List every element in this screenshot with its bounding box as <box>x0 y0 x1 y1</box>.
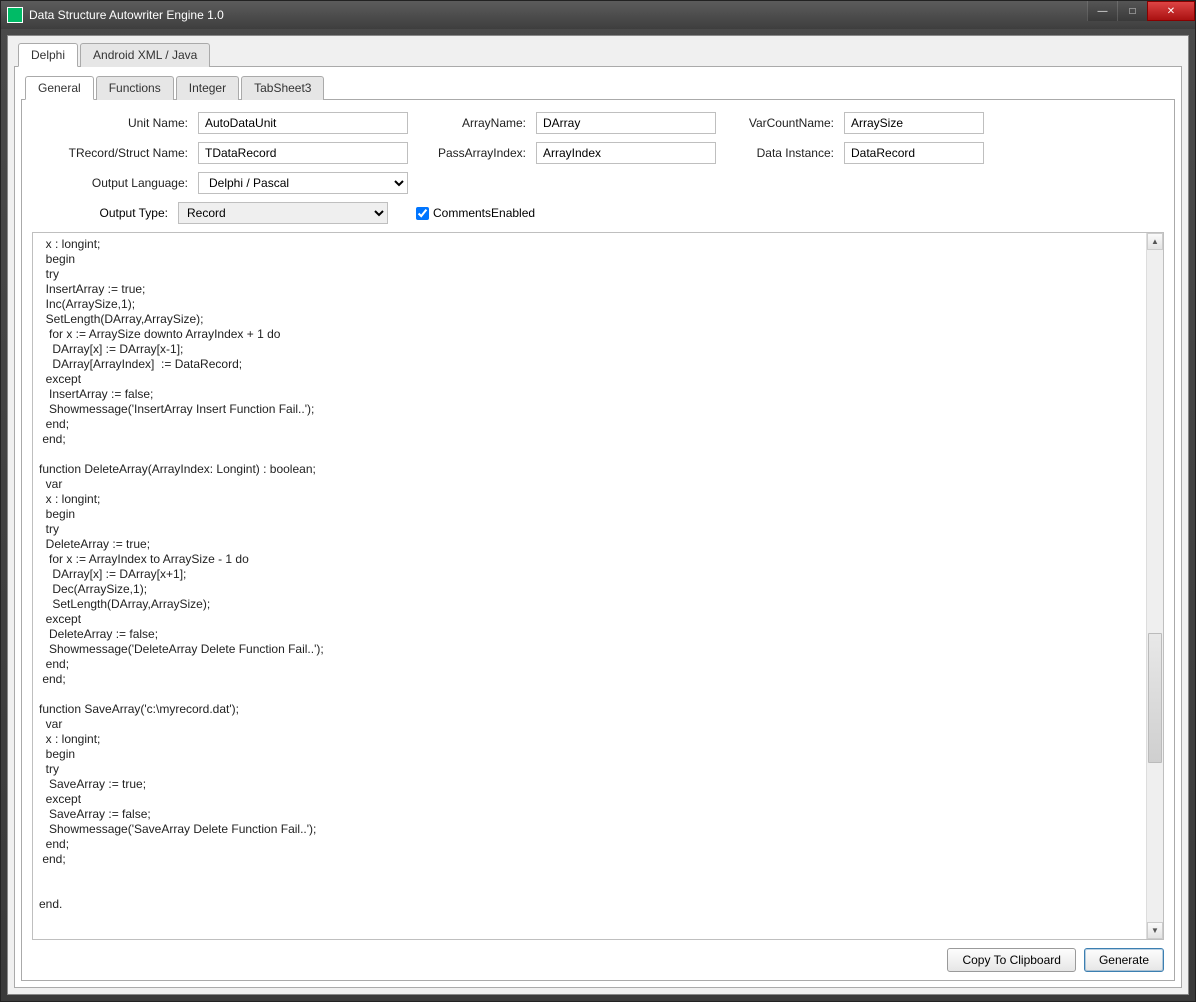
label-unit-name: Unit Name: <box>34 116 194 130</box>
code-output-text[interactable]: x : longint; begin try InsertArray := tr… <box>33 233 1163 939</box>
minimize-button[interactable]: — <box>1087 1 1117 21</box>
array-name-input[interactable] <box>536 112 716 134</box>
titlebar[interactable]: Data Structure Autowriter Engine 1.0 — □… <box>1 1 1195 29</box>
label-array-name: ArrayName: <box>412 116 532 130</box>
outer-tabstrip: Delphi Android XML / Java <box>14 42 1182 67</box>
scroll-down-icon[interactable]: ▼ <box>1147 922 1163 939</box>
general-panel: Unit Name: ArrayName: VarCountName: TRec… <box>21 100 1175 981</box>
scroll-up-icon[interactable]: ▲ <box>1147 233 1163 250</box>
vertical-scrollbar[interactable]: ▲ ▼ <box>1146 233 1163 939</box>
copy-clipboard-button[interactable]: Copy To Clipboard <box>947 948 1076 972</box>
generate-button[interactable]: Generate <box>1084 948 1164 972</box>
label-output-type: Output Type: <box>34 206 174 220</box>
tab-tabsheet3[interactable]: TabSheet3 <box>241 76 324 100</box>
output-type-row: Output Type: Record CommentsEnabled <box>28 202 1168 232</box>
comments-enabled-checkbox[interactable] <box>416 207 429 220</box>
outer-tab-content: General Functions Integer TabSheet3 Unit… <box>14 67 1182 988</box>
scroll-thumb[interactable] <box>1148 633 1162 763</box>
varcount-input[interactable] <box>844 112 984 134</box>
label-passarray: PassArrayIndex: <box>412 146 532 160</box>
maximize-button[interactable]: □ <box>1117 1 1147 21</box>
tab-functions[interactable]: Functions <box>96 76 174 100</box>
footer-buttons: Copy To Clipboard Generate <box>28 940 1168 974</box>
passarray-input[interactable] <box>536 142 716 164</box>
main-window: Data Structure Autowriter Engine 1.0 — □… <box>0 0 1196 1002</box>
window-title: Data Structure Autowriter Engine 1.0 <box>29 8 224 22</box>
close-button[interactable]: ✕ <box>1147 1 1195 21</box>
tab-delphi[interactable]: Delphi <box>18 43 78 67</box>
tab-android[interactable]: Android XML / Java <box>80 43 210 67</box>
inner-tabstrip: General Functions Integer TabSheet3 <box>21 75 1175 100</box>
label-record-struct: TRecord/Struct Name: <box>34 146 194 160</box>
output-lang-select[interactable]: Delphi / Pascal <box>198 172 408 194</box>
code-output-area: x : longint; begin try InsertArray := tr… <box>32 232 1164 940</box>
label-output-lang: Output Language: <box>34 176 194 190</box>
label-data-instance: Data Instance: <box>720 146 840 160</box>
app-icon <box>7 7 23 23</box>
window-buttons: — □ ✕ <box>1087 1 1195 21</box>
record-struct-input[interactable] <box>198 142 408 164</box>
tab-general[interactable]: General <box>25 76 94 100</box>
client-area: Delphi Android XML / Java General Functi… <box>7 35 1189 995</box>
data-instance-input[interactable] <box>844 142 984 164</box>
output-type-select[interactable]: Record <box>178 202 388 224</box>
form-grid: Unit Name: ArrayName: VarCountName: TRec… <box>28 108 1168 202</box>
tab-integer[interactable]: Integer <box>176 76 239 100</box>
label-comments-enabled: CommentsEnabled <box>433 206 535 220</box>
unit-name-input[interactable] <box>198 112 408 134</box>
label-varcount: VarCountName: <box>720 116 840 130</box>
